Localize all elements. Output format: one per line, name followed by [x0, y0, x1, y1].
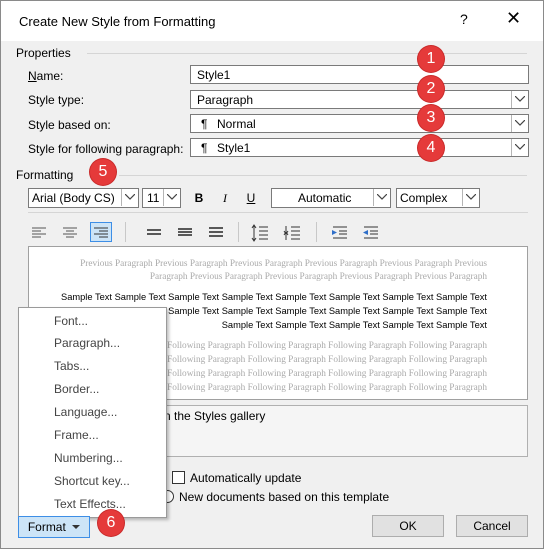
toolbar-separator	[316, 222, 317, 242]
preview-previous-line: Paragraph Previous Paragraph Previous Pa…	[149, 272, 487, 282]
based-on-value: Normal	[217, 117, 256, 131]
preview-sample-line: Sample Text Sample Text Sample Text Samp…	[61, 292, 487, 302]
properties-divider	[87, 53, 527, 54]
style-type-dropdown[interactable]: Paragraph	[190, 90, 529, 109]
chevron-down-icon[interactable]	[511, 139, 528, 156]
menu-item-border[interactable]: Border...	[54, 382, 99, 396]
chevron-down-icon[interactable]	[121, 189, 138, 206]
preview-following-line: Following Paragraph Following Paragraph …	[167, 355, 487, 365]
script-dropdown[interactable]: Complex	[396, 188, 480, 208]
font-size-dropdown[interactable]: 11	[142, 188, 181, 208]
caret-down-icon	[72, 525, 81, 530]
name-field[interactable]: Style1	[190, 65, 529, 84]
align-center-icon[interactable]	[59, 222, 81, 242]
align-left-icon[interactable]	[28, 222, 50, 242]
style-type-value: Paragraph	[197, 93, 254, 107]
callout-badge: 5	[90, 159, 116, 185]
preview-sample-line: Sample Text Sample Text Sample Text Samp…	[221, 320, 487, 330]
line-spacing-single-icon[interactable]	[174, 222, 196, 242]
chevron-down-icon[interactable]	[511, 91, 528, 108]
chevron-down-icon[interactable]	[462, 189, 479, 206]
decrease-spacing-icon[interactable]	[281, 222, 303, 242]
align-right-icon[interactable]	[90, 222, 112, 242]
callout-badge: 4	[418, 135, 444, 161]
ok-button[interactable]: OK	[372, 515, 444, 537]
style-description-text: n the Styles gallery	[164, 409, 266, 423]
menu-item-shortcut-key[interactable]: Shortcut key...	[54, 474, 130, 488]
based-on-label: Style based on:	[28, 118, 111, 132]
dialog-title: Create New Style from Formatting	[19, 14, 216, 29]
format-button-label: Format	[27, 520, 66, 534]
menu-item-numbering[interactable]: Numbering...	[54, 451, 123, 465]
callout-badge: 2	[418, 76, 444, 102]
callout-badge: 1	[418, 46, 444, 72]
title-bar: Create New Style from Formatting ? ✕	[1, 1, 543, 41]
font-value: Arial (Body CS)	[32, 191, 115, 205]
menu-item-frame[interactable]: Frame...	[54, 428, 99, 442]
auto-update-label: Automatically update	[190, 471, 302, 485]
bold-button[interactable]: B	[189, 188, 209, 208]
pilcrow-icon: ¶	[201, 117, 208, 131]
properties-section-label: Properties	[16, 46, 71, 60]
format-menu: Font... Paragraph... Tabs... Border... L…	[18, 307, 167, 518]
preview-following-line: Following Paragraph Following Paragraph …	[167, 383, 487, 393]
decrease-indent-icon[interactable]	[360, 222, 382, 242]
underline-button[interactable]: U	[241, 188, 261, 208]
italic-button[interactable]: I	[215, 188, 235, 208]
name-label: Name:	[28, 69, 63, 83]
create-style-dialog: Create New Style from Formatting ? ✕ Pro…	[0, 0, 544, 549]
name-label-rest: ame:	[36, 69, 64, 83]
name-label-mnemonic: N	[28, 69, 37, 83]
auto-update-checkbox[interactable]	[172, 471, 185, 484]
pilcrow-icon: ¶	[201, 141, 208, 155]
chevron-down-icon[interactable]	[373, 189, 390, 206]
callout-badge: 3	[418, 105, 444, 131]
formatting-section-label: Formatting	[16, 168, 74, 182]
callout-badge: 6	[98, 510, 124, 536]
format-button[interactable]: Format	[18, 516, 90, 538]
font-color-value: Automatic	[298, 191, 352, 205]
preview-following-line: Following Paragraph Following Paragraph …	[167, 369, 487, 379]
font-color-dropdown[interactable]: Automatic	[271, 188, 391, 208]
cancel-button[interactable]: Cancel	[456, 515, 528, 537]
toolbar-separator	[125, 222, 126, 242]
preview-previous-line: Previous Paragraph Previous Paragraph Pr…	[80, 259, 487, 269]
line-spacing-double-icon[interactable]	[205, 222, 227, 242]
font-dropdown[interactable]: Arial (Body CS)	[28, 188, 139, 208]
close-button[interactable]: ✕	[506, 8, 521, 29]
chevron-down-icon[interactable]	[511, 115, 528, 132]
script-value: Complex	[400, 191, 448, 205]
menu-item-text-effects[interactable]: Text Effects...	[54, 497, 126, 511]
justify-icon[interactable]	[143, 222, 165, 242]
increase-indent-icon[interactable]	[329, 222, 351, 242]
following-style-label: Style for following paragraph:	[28, 142, 184, 156]
style-type-label: Style type:	[28, 93, 85, 107]
menu-item-language[interactable]: Language...	[54, 405, 117, 419]
based-on-dropdown[interactable]: ¶ Normal	[190, 114, 529, 133]
formatting-divider	[119, 175, 527, 176]
following-style-value: Style1	[217, 141, 251, 155]
toolbar-separator	[238, 222, 239, 242]
following-style-dropdown[interactable]: ¶ Style1	[190, 138, 529, 157]
menu-item-paragraph[interactable]: Paragraph...	[54, 336, 120, 350]
toolbar-divider	[28, 212, 528, 213]
increase-spacing-icon[interactable]	[249, 222, 271, 242]
help-button[interactable]: ?	[460, 11, 468, 27]
menu-item-font[interactable]: Font...	[54, 314, 88, 328]
menu-item-tabs[interactable]: Tabs...	[54, 359, 89, 373]
name-value: Style1	[197, 68, 231, 82]
preview-sample-line: Sample Text Sample Text Sample Text Samp…	[114, 306, 487, 316]
new-documents-label: New documents based on this template	[179, 490, 390, 504]
preview-following-line: Following Paragraph Following Paragraph …	[167, 341, 487, 351]
font-size-value: 11	[147, 191, 160, 205]
chevron-down-icon[interactable]	[163, 189, 180, 206]
